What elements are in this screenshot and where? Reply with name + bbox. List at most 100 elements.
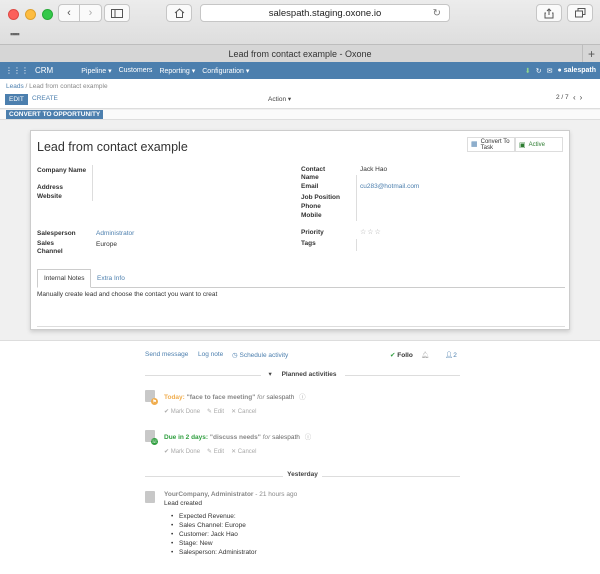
chat-icon[interactable]: ✉ xyxy=(547,67,553,75)
mark-done-button[interactable]: ✔ Mark Done xyxy=(164,408,200,415)
priority-stars[interactable]: ☆☆☆ xyxy=(360,228,382,236)
schedule-activity-button[interactable]: ◷ Schedule activity xyxy=(232,351,288,359)
email-label: Email xyxy=(301,183,319,190)
clock-icon: ◷ xyxy=(232,352,238,359)
salesperson-value[interactable]: Administrator xyxy=(96,230,134,237)
home-button[interactable] xyxy=(166,4,192,22)
pager-prev-icon[interactable]: ‹ xyxy=(573,93,576,102)
main-menu: Pipeline ▾ Customers Reporting ▾ Configu… xyxy=(81,67,249,75)
menu-reporting[interactable]: Reporting ▾ xyxy=(159,67,195,75)
bookmarks-grid-icon[interactable]: ▪▪▪▪ xyxy=(10,29,20,39)
send-message-button[interactable]: Send message xyxy=(145,351,188,358)
breadcrumb-leads[interactable]: Leads xyxy=(6,83,24,90)
planned-activities-toggle[interactable]: ▾ Planned activities xyxy=(145,370,460,380)
form-statusbar: CONVERT TO OPPORTUNITY xyxy=(0,110,600,120)
close-window-button[interactable] xyxy=(8,9,19,20)
avatar: ⚑ xyxy=(145,390,158,405)
sidebar-icon xyxy=(111,8,123,18)
pager-next-icon[interactable]: › xyxy=(580,93,583,102)
tags-field[interactable] xyxy=(356,239,357,251)
list-item: Sales Channel: Europe xyxy=(171,521,257,530)
notes-divider xyxy=(37,326,565,327)
cancel-activity-label: Cancel xyxy=(237,409,257,415)
address-bar[interactable]: salespath.staging.oxone.io ↻ xyxy=(200,4,450,22)
reload-icon[interactable]: ↻ xyxy=(433,8,441,19)
activity-item: ⚑ Today: "face to face meeting" for sale… xyxy=(145,390,465,420)
zoom-window-button[interactable] xyxy=(42,9,53,20)
menu-customers[interactable]: Customers xyxy=(119,67,153,75)
bell-icon[interactable]: 🔔︎ xyxy=(421,351,429,359)
app-brand[interactable]: CRM xyxy=(35,66,53,75)
active-tab-title[interactable]: Lead from contact example - Oxone xyxy=(228,49,371,59)
list-item: Expected Revenue: xyxy=(171,512,257,521)
tab-extra-info[interactable]: Extra Info xyxy=(91,269,131,288)
contact-name-value[interactable]: Jack Hao xyxy=(360,166,387,173)
message-author[interactable]: YourCompany, Administrator xyxy=(164,491,253,498)
tabs-icon xyxy=(574,8,585,18)
new-tab-button[interactable]: + xyxy=(582,45,600,62)
tabs-overview-button[interactable] xyxy=(567,4,593,22)
apps-grid-icon[interactable]: ⋮⋮⋮ xyxy=(5,66,29,75)
url-text: salespath.staging.oxone.io xyxy=(268,7,382,19)
cancel-activity-button[interactable]: ✕ Cancel xyxy=(231,408,256,415)
activity-line: Due in 2 days: "discuss needs" for sales… xyxy=(164,431,311,441)
email-value[interactable]: cu283@hotmail.com xyxy=(360,183,419,190)
salesperson-label: Salesperson xyxy=(37,230,76,237)
home-icon xyxy=(174,8,184,18)
smart-buttons: ▦ Convert To Task ▣ Active xyxy=(467,137,563,152)
sync-icon[interactable]: ⬇ xyxy=(525,67,531,75)
sales-channel-value[interactable]: Europe xyxy=(96,241,117,248)
edit-activity-button[interactable]: ✎ Edit xyxy=(207,448,224,455)
activity-item: ☏ Due in 2 days: "discuss needs" for sal… xyxy=(145,430,465,460)
breadcrumb-separator: / xyxy=(25,83,28,90)
activity-when: Today: xyxy=(164,394,185,401)
refresh-icon[interactable]: ↻ xyxy=(536,67,542,75)
notebook-tabs: Internal Notes Extra Info xyxy=(37,269,565,288)
address-label: Address xyxy=(37,184,64,191)
create-button[interactable]: CREATE xyxy=(32,95,58,102)
job-position-label: Job Position xyxy=(301,194,340,201)
info-icon[interactable]: ⓘ xyxy=(299,394,306,401)
list-item: Customer: Jack Hao xyxy=(171,530,257,539)
tags-label: Tags xyxy=(301,240,316,247)
user-menu[interactable]: ● salespath xyxy=(558,67,596,74)
log-note-button[interactable]: Log note xyxy=(198,351,223,358)
menu-configuration[interactable]: Configuration ▾ xyxy=(202,67,249,75)
forward-button[interactable]: › xyxy=(80,4,102,22)
follow-button[interactable]: ✔ Follo xyxy=(390,351,413,359)
action-dropdown[interactable]: Action ▾ xyxy=(268,95,291,103)
breadcrumb: Leads / Lead from contact example xyxy=(6,83,108,90)
tab-internal-notes[interactable]: Internal Notes xyxy=(37,269,92,288)
convert-to-opportunity-button[interactable]: CONVERT TO OPPORTUNITY xyxy=(6,110,104,119)
company-name-field[interactable] xyxy=(92,165,93,201)
chevron-right-icon: › xyxy=(88,7,93,19)
list-item: Stage: New xyxy=(171,539,257,548)
edit-button[interactable]: EDIT xyxy=(5,94,28,105)
info-icon[interactable]: ⓘ xyxy=(305,434,312,441)
window-controls xyxy=(8,9,53,20)
menu-pipeline[interactable]: Pipeline ▾ xyxy=(81,67,111,75)
activity-summary: "face to face meeting" xyxy=(186,394,256,401)
share-button[interactable] xyxy=(536,4,562,22)
app-navbar: ⋮⋮⋮ CRM Pipeline ▾ Customers Reporting ▾… xyxy=(0,62,600,79)
cancel-activity-button[interactable]: ✕ Cancel xyxy=(231,448,256,455)
sidebar-toggle-button[interactable] xyxy=(104,4,130,22)
convert-to-task-button[interactable]: ▦ Convert To Task xyxy=(467,137,515,152)
followers-button[interactable]: 👤︎2 xyxy=(445,351,457,359)
active-toggle-button[interactable]: ▣ Active xyxy=(515,137,563,152)
mark-done-label: Mark Done xyxy=(170,449,201,455)
archive-icon: ▣ xyxy=(519,141,526,149)
internal-notes-text[interactable]: Manually create lead and choose the cont… xyxy=(37,291,217,298)
pager-value[interactable]: 2 / 7 xyxy=(556,94,569,101)
back-button[interactable]: ‹ xyxy=(58,4,80,22)
edit-activity-button[interactable]: ✎ Edit xyxy=(207,408,224,415)
share-icon xyxy=(544,7,554,18)
chatter-message: YourCompany, Administrator - 21 hours ag… xyxy=(145,491,465,571)
minimize-window-button[interactable] xyxy=(25,9,36,20)
activity-when: Due in 2 days: xyxy=(164,434,209,441)
check-icon: ✔ xyxy=(390,352,396,359)
avatar: ☏ xyxy=(145,430,158,445)
chevron-left-icon: ‹ xyxy=(67,7,71,19)
chatter: Send message Log note ◷ Schedule activit… xyxy=(0,340,600,574)
mark-done-button[interactable]: ✔ Mark Done xyxy=(164,448,200,455)
